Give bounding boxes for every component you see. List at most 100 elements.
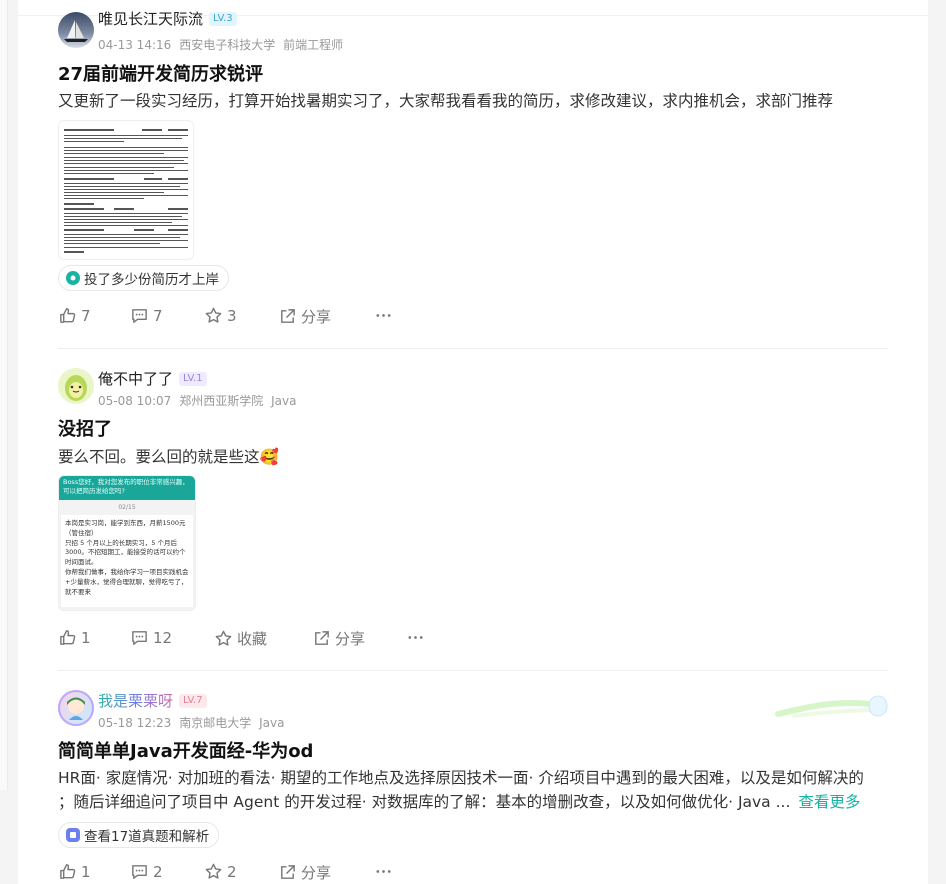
like-count: 7	[81, 306, 91, 325]
comment-icon	[132, 865, 147, 879]
author-role: Java	[259, 716, 285, 730]
chat-line: （管住宿）	[65, 528, 98, 537]
author-school: 郑州西亚斯学院	[179, 394, 264, 408]
post-3[interactable]: 我是栗栗呀 LV.7 05-18 12:23 南京邮电大学 Java 简简单单Ja…	[58, 670, 888, 884]
star-icon	[215, 630, 232, 646]
chat-time: 02/15	[118, 504, 136, 511]
comment-count: 12	[153, 628, 173, 647]
comment-count: 2	[153, 862, 163, 881]
author-name[interactable]: 唯见长江天际流	[98, 8, 203, 29]
star-icon	[205, 307, 222, 323]
action-bar: 1 2 2 分享	[58, 862, 458, 884]
post-date: 04-13 14:16	[98, 38, 172, 52]
comment-button[interactable]: 2	[130, 862, 163, 881]
author-school: 西安电子科技大学	[179, 38, 276, 52]
share-button[interactable]: 分享	[312, 628, 365, 649]
star-icon	[205, 863, 222, 879]
share-icon	[315, 631, 329, 645]
post-meta: 04-13 14:16 西安电子科技大学 前端工程师	[98, 36, 343, 53]
more-dots-icon	[376, 314, 391, 317]
post-body[interactable]: 又更新了一段实习经历，打算开始找暑期实习了，大家帮我看看我的简历，求修改建议，求…	[58, 88, 833, 114]
avatar[interactable]	[58, 368, 94, 404]
like-count: 1	[81, 862, 91, 881]
topic-tag-label: 投了多少份简历才上岸	[84, 272, 219, 288]
more-options-button[interactable]	[374, 862, 393, 881]
comment-count: 7	[153, 306, 163, 325]
share-button[interactable]: 分享	[278, 306, 331, 327]
favorite-button[interactable]: 2	[204, 862, 237, 881]
level-badge: LV.1	[179, 371, 207, 386]
more-dots-icon	[376, 870, 391, 873]
level-badge: LV.7	[179, 693, 207, 708]
chat-line: 本岗是实习岗，能学到东西，月薪1500元	[65, 519, 186, 527]
post-title[interactable]: 简简单单Java开发面经-华为od	[58, 737, 313, 763]
share-button[interactable]: 分享	[278, 862, 331, 883]
question-bank-icon	[66, 828, 80, 842]
chat-bubble: Boss您好，我对您发布的职位非常感兴趣，可以把简历发给您吗?	[59, 476, 195, 500]
chat-screenshot-image[interactable]: Boss您好，我对您发布的职位非常感兴趣，可以把简历发给您吗? 02/15 本岗…	[58, 475, 196, 611]
avatar[interactable]	[58, 12, 94, 48]
author-name[interactable]: 我是栗栗呀	[98, 690, 173, 711]
post-1[interactable]: 唯见长江天际流 LV.3 04-13 14:16 西安电子科技大学 前端工程师 2…	[58, 0, 888, 346]
chat-reply: 本岗是实习岗，能学到东西，月薪1500元 （管住宿） 只招 5 个月以上的长期实…	[61, 515, 193, 607]
share-icon	[281, 865, 295, 879]
badge-decoration	[774, 686, 890, 726]
anime-avatar-icon	[67, 697, 85, 720]
post-body[interactable]: 要么不回。要么回的就是些这🥰	[58, 444, 279, 470]
post-meta: 05-08 10:07 郑州西亚斯学院 Java	[98, 392, 296, 409]
post-meta: 05-18 12:23 南京邮电大学 Java	[98, 714, 284, 731]
chat-line: 只招 5 个月以上的长期实习，5 个月后	[65, 538, 177, 547]
topic-icon	[66, 271, 80, 285]
comment-icon	[132, 309, 147, 323]
author-role: Java	[271, 394, 297, 408]
post-title[interactable]: 27届前端开发简历求锐评	[58, 60, 263, 86]
action-bar: 1 12 收藏 分享	[58, 628, 458, 650]
like-button[interactable]: 7	[58, 306, 91, 325]
topic-tag-label: 查看17道真题和解析	[84, 829, 210, 845]
topic-tag[interactable]: 投了多少份简历才上岸	[58, 265, 229, 291]
author-row: 我是栗栗呀 LV.7	[98, 690, 207, 711]
avocado-avatar-icon	[65, 375, 87, 401]
share-icon	[281, 309, 295, 323]
resume-document-image	[64, 129, 188, 253]
favorite-label: 收藏	[237, 630, 268, 648]
post-body-line-2: ；随后详细追问了项目中 Agent 的开发过程· 对数据库的了解：基本的增删改查…	[58, 793, 791, 811]
comment-button[interactable]: 7	[130, 306, 163, 325]
favorite-count: 3	[227, 306, 237, 325]
favorite-button[interactable]: 3	[204, 306, 237, 325]
resume-image[interactable]	[58, 120, 194, 260]
like-button[interactable]: 1	[58, 628, 91, 647]
post-body-line[interactable]: HR面· 家庭情况· 对加班的看法· 期望的工作地点及选择原因技术一面· 介绍项…	[58, 765, 864, 791]
action-bar: 7 7 3 分享	[58, 306, 458, 328]
share-label: 分享	[301, 864, 332, 882]
like-button[interactable]: 1	[58, 862, 91, 881]
author-name[interactable]: 俺不中了了	[98, 368, 173, 389]
post-body-line[interactable]: ；随后详细追问了项目中 Agent 的开发过程· 对数据库的了解：基本的增删改查…	[58, 789, 860, 815]
author-role: 前端工程师	[283, 38, 344, 52]
chat-line: 就不要来	[65, 587, 91, 596]
author-row: 唯见长江天际流 LV.3	[98, 8, 237, 29]
chat-line: +少量薪水，觉得合理就聊，觉得吃亏了，	[65, 577, 188, 586]
comment-button[interactable]: 12	[130, 628, 172, 647]
favorite-button[interactable]: 收藏	[214, 628, 267, 649]
share-label: 分享	[335, 630, 366, 648]
post-2[interactable]: 俺不中了了 LV.1 05-08 10:07 郑州西亚斯学院 Java 没招了 要…	[58, 348, 888, 670]
author-row: 俺不中了了 LV.1	[98, 368, 207, 389]
feed-card: 唯见长江天际流 LV.3 04-13 14:16 西安电子科技大学 前端工程师 2…	[18, 0, 928, 884]
more-dots-icon	[408, 636, 423, 639]
favorite-count: 2	[227, 862, 237, 881]
post-title[interactable]: 没招了	[58, 415, 112, 441]
sailboat-icon	[64, 20, 88, 42]
left-edge-panel	[0, 0, 8, 790]
chat-line: 时间面试。	[65, 558, 98, 567]
level-badge: LV.3	[209, 11, 237, 26]
avatar[interactable]	[58, 690, 94, 726]
chat-line: 你帮我们做事，我给你学习一项目实践机会	[65, 567, 189, 576]
topic-tag[interactable]: 查看17道真题和解析	[58, 822, 220, 848]
post-date: 05-18 12:23	[98, 716, 172, 730]
sparkle-decoration-icon	[775, 695, 888, 718]
share-label: 分享	[301, 308, 332, 326]
more-options-button[interactable]	[374, 306, 393, 325]
more-options-button[interactable]	[406, 628, 425, 647]
see-more-link[interactable]: 查看更多	[798, 793, 860, 811]
